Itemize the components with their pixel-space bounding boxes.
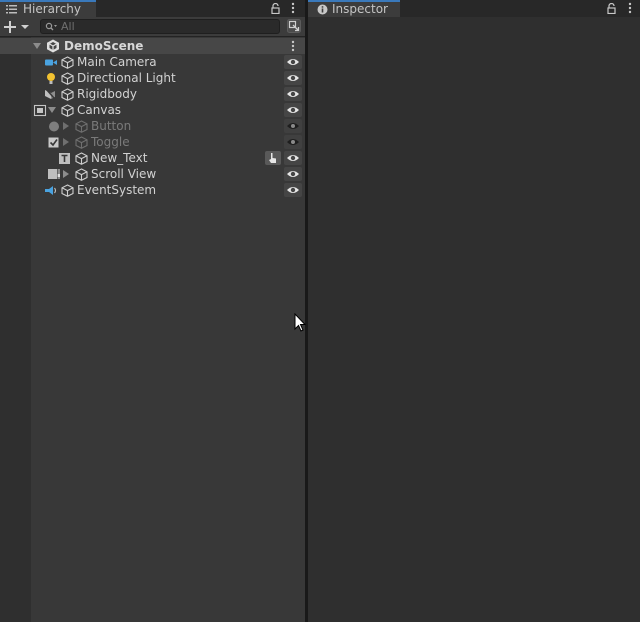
visibility-toggle-rigidbody[interactable] [284, 87, 302, 101]
collapse-arrow-icon[interactable] [62, 122, 70, 130]
pickable-toggle[interactable] [265, 151, 281, 165]
visibility-toggle-new-text[interactable] [284, 151, 302, 165]
visibility-toggle-canvas[interactable] [284, 103, 302, 117]
hierarchy-item-toggle[interactable]: Toggle [31, 134, 305, 150]
scene-row[interactable]: DemoScene [0, 38, 305, 54]
gameobject-cube-icon [61, 56, 74, 69]
hierarchy-item-eventsystem[interactable]: EventSystem [31, 182, 305, 198]
hierarchy-tab-label: Hierarchy [23, 2, 82, 16]
visibility-toggle-eventsystem[interactable] [284, 183, 302, 197]
hierarchy-item-main-camera[interactable]: Main Camera [31, 54, 305, 70]
expand-arrow-icon[interactable] [33, 42, 41, 50]
hierarchy-item-canvas[interactable]: Canvas [31, 102, 305, 118]
mouse-cursor-icon [294, 313, 306, 332]
eye-icon [287, 155, 299, 161]
hand-pointer-icon [269, 153, 276, 163]
toggle-icon [48, 137, 59, 148]
item-label: Rigidbody [77, 87, 137, 101]
inspector-tab-label: Inspector [332, 2, 388, 16]
list-icon [6, 5, 17, 14]
collapse-arrow-icon[interactable] [62, 138, 70, 146]
item-label: Canvas [77, 103, 122, 117]
hierarchy-item-new-text[interactable]: New_Text [31, 150, 305, 166]
info-icon [317, 4, 328, 15]
gameobject-cube-icon [61, 88, 74, 101]
scene-menu-icon[interactable] [291, 40, 295, 52]
item-label: Main Camera [77, 55, 157, 69]
inspector-body [308, 17, 640, 622]
lock-icon[interactable] [607, 3, 616, 14]
search-field[interactable] [40, 19, 280, 34]
hierarchy-gutter [0, 37, 31, 622]
item-label: Directional Light [77, 71, 176, 85]
hierarchy-item-rigidbody[interactable]: Rigidbody [31, 86, 305, 102]
eye-icon [287, 187, 299, 193]
item-label: Toggle [91, 135, 130, 149]
hierarchy-item-directional-light[interactable]: Directional Light [31, 70, 305, 86]
more-options-icon[interactable] [291, 2, 295, 14]
tab-inspector[interactable]: Inspector [308, 0, 400, 17]
hierarchy-tab-bar: Hierarchy [0, 0, 305, 17]
collapse-arrow-icon[interactable] [62, 170, 70, 178]
item-label: Button [91, 119, 132, 133]
inspector-tab-bar: Inspector [308, 0, 640, 17]
scene-picker-icon[interactable] [287, 19, 301, 33]
canvas-icon [33, 104, 47, 117]
item-label: New_Text [91, 151, 148, 165]
eye-hidden-icon [287, 123, 299, 129]
visibility-toggle-main-camera[interactable] [284, 55, 302, 69]
visibility-toggle[interactable] [284, 135, 302, 149]
text-icon [59, 153, 70, 164]
item-label: EventSystem [77, 183, 157, 197]
more-options-icon[interactable] [628, 2, 632, 14]
eye-icon [287, 171, 299, 177]
visibility-toggle[interactable] [284, 119, 302, 133]
unity-scene-icon [47, 39, 59, 53]
gameobject-cube-icon [61, 104, 74, 117]
search-input[interactable] [61, 20, 271, 33]
rigidbody-icon [45, 88, 55, 99]
eye-icon [287, 75, 299, 81]
hierarchy-panel: Hierarchy All DemoScene Main Camera Dire… [0, 0, 305, 622]
visibility-toggle-scroll-view[interactable] [284, 167, 302, 181]
scrollview-icon [48, 169, 60, 179]
eye-icon [287, 107, 299, 113]
hierarchy-item-scroll-view[interactable]: Scroll View [31, 166, 305, 182]
hierarchy-toolbar [0, 17, 305, 37]
tab-hierarchy[interactable]: Hierarchy [0, 0, 96, 17]
light-icon [47, 73, 55, 84]
gameobject-cube-icon [75, 168, 88, 181]
gameobject-cube-icon [61, 72, 74, 85]
eye-icon [287, 91, 299, 97]
eye-icon [287, 59, 299, 65]
gameobject-cube-icon [75, 120, 88, 133]
eventsystem-icon [45, 186, 57, 195]
item-label: Scroll View [91, 167, 157, 181]
add-dropdown-button[interactable] [3, 19, 33, 35]
visibility-toggle-directional-light[interactable] [284, 71, 302, 85]
eye-hidden-icon [287, 139, 299, 145]
button-icon [49, 121, 59, 132]
expand-arrow-icon[interactable] [48, 106, 56, 114]
gameobject-cube-icon [75, 136, 88, 149]
camera-icon [45, 59, 57, 66]
search-icon [45, 22, 57, 31]
gameobject-cube-icon [61, 184, 74, 197]
gameobject-cube-icon [75, 152, 88, 165]
lock-icon[interactable] [271, 3, 280, 14]
inspector-panel: Inspector [308, 0, 640, 622]
scene-name: DemoScene [64, 39, 144, 53]
hierarchy-item-button[interactable]: Button [31, 118, 305, 134]
